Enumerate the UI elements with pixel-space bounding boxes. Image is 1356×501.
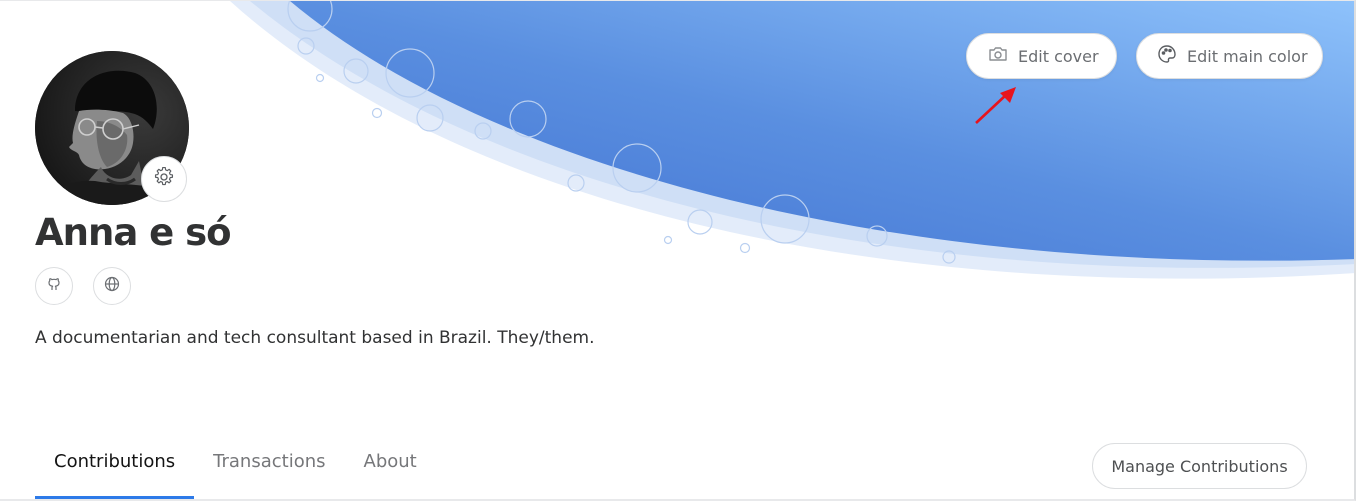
gear-icon: [154, 166, 174, 191]
website-link[interactable]: [93, 267, 131, 305]
profile-page: Edit cover Edit main color Anna e só A d…: [0, 0, 1356, 501]
manage-contributions-button[interactable]: Manage Contributions: [1092, 443, 1307, 489]
avatar-settings-button[interactable]: [141, 156, 187, 202]
edit-cover-label: Edit cover: [1018, 46, 1099, 66]
profile-bio: A documentarian and tech consultant base…: [35, 328, 595, 348]
avatar-container: [35, 51, 189, 205]
palette-icon: [1157, 44, 1177, 68]
github-link[interactable]: [35, 267, 73, 305]
tab-contributions[interactable]: Contributions: [35, 445, 195, 499]
edit-main-color-button[interactable]: Edit main color: [1136, 33, 1323, 79]
edit-cover-button[interactable]: Edit cover: [966, 33, 1117, 79]
camera-icon: [988, 45, 1008, 67]
profile-name: Anna e só: [35, 211, 232, 254]
annotation-arrow-icon: [975, 87, 1016, 124]
tab-transactions[interactable]: Transactions: [194, 445, 344, 493]
edit-main-color-label: Edit main color: [1187, 46, 1308, 66]
github-icon: [46, 276, 62, 296]
globe-icon: [104, 276, 120, 296]
profile-tabs: Contributions Transactions About: [35, 445, 436, 499]
tab-about[interactable]: About: [345, 445, 436, 493]
